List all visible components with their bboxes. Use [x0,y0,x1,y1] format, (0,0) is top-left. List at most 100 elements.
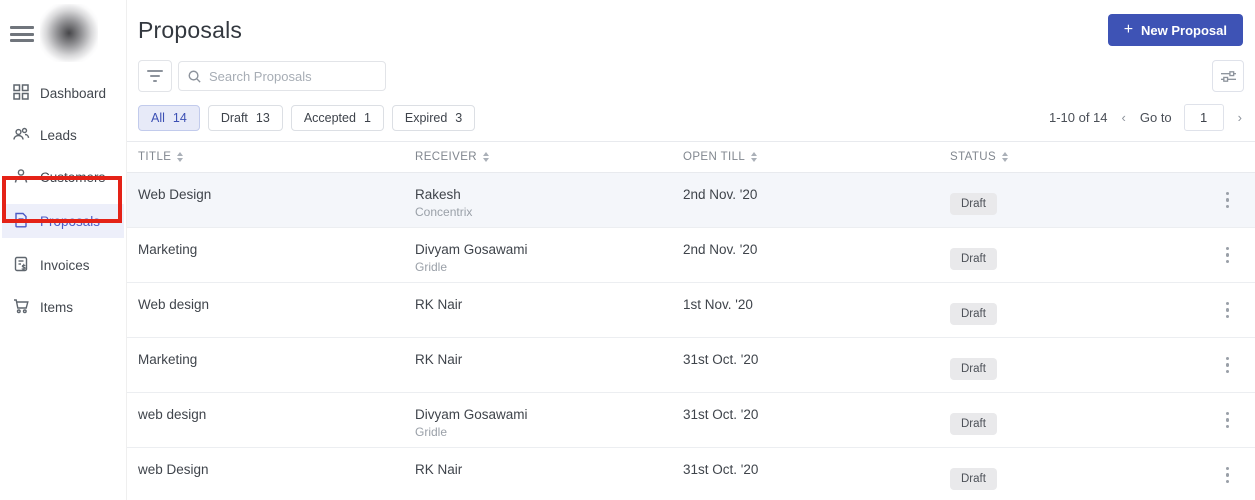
receiver-company: Concentrix [415,205,473,219]
cell-receiver: Divyam Gosawami Gridle [415,228,683,282]
tab-accepted[interactable]: Accepted 1 [290,104,384,131]
grid-icon [12,83,30,104]
cell-actions [1200,393,1255,447]
cell-title: web Design [138,462,209,477]
sidebar-item-invoices[interactable]: $ Invoices [0,250,126,280]
sidebar-item-dashboard[interactable]: Dashboard [0,78,126,108]
document-icon [12,211,30,232]
row-menu-icon[interactable] [1222,243,1234,268]
column-settings-button[interactable] [1212,60,1244,92]
invoice-icon: $ [12,255,30,276]
table-row[interactable]: Web design RK Nair 1st Nov. '20 Draft [127,283,1255,338]
table-row[interactable]: Marketing RK Nair 31st Oct. '20 Draft [127,338,1255,393]
cell-actions [1200,228,1255,282]
sidebar-nav: Dashboard Leads Customers Proposals $ Invoice… [0,78,126,322]
column-label: TITLE [138,151,172,163]
row-menu-icon[interactable] [1222,298,1234,323]
table-row[interactable]: web design Divyam Gosawami Gridle 31st Oct.… [127,393,1255,448]
cell-title: Marketing [138,242,198,257]
search-icon [188,70,201,83]
cell-actions [1200,448,1255,500]
table-body: Web Design Rakesh Concentrix 2nd Nov. '20 Dr… [127,173,1255,500]
new-proposal-button[interactable]: + New Proposal [1107,14,1243,46]
cell-receiver: RK Nair [415,338,683,392]
status-badge: Draft [950,358,997,380]
status-badge: Draft [950,193,997,215]
receiver-company: Gridle [415,425,448,439]
receiver-name: Divyam Gosawami [415,407,528,422]
sort-icon [177,152,184,162]
sidebar-item-label: Leads [40,127,77,143]
row-menu-icon[interactable] [1222,463,1234,488]
column-label: STATUS [950,151,997,163]
svg-text:$: $ [22,263,26,271]
tab-count: 1 [363,110,371,125]
table-row[interactable]: Marketing Divyam Gosawami Gridle 2nd Nov. '… [127,228,1255,283]
table-header: TITLE RECEIVER OPEN TILL STATUS [127,141,1255,173]
sort-icon [751,152,758,162]
tab-count: 13 [255,110,270,125]
new-proposal-label: New Proposal [1141,22,1227,38]
next-page-icon[interactable]: › [1236,110,1244,125]
sidebar-item-items[interactable]: Items [0,292,126,322]
column-label: RECEIVER [415,151,477,163]
receiver-name: Divyam Gosawami [415,242,528,257]
row-menu-icon[interactable] [1222,408,1234,433]
status-badge: Draft [950,468,997,490]
filter-button[interactable] [138,60,172,92]
page-header: Proposals + New Proposal [127,0,1255,52]
tab-expired[interactable]: Expired 3 [391,104,476,131]
table-row[interactable]: web Design RK Nair 31st Oct. '20 Draft [127,448,1255,500]
column-header-status[interactable]: STATUS [950,151,1200,163]
receiver-company: Gridle [415,260,448,274]
tab-all[interactable]: All 14 [138,104,200,131]
sidebar-item-label: Items [40,299,74,315]
tab-count: 3 [455,110,463,125]
tab-draft[interactable]: Draft 13 [207,104,283,131]
row-menu-icon[interactable] [1222,188,1234,213]
receiver-name: RK Nair [415,462,463,477]
prev-page-icon[interactable]: ‹ [1120,110,1128,125]
column-header-title[interactable]: TITLE [138,151,415,163]
tab-label: All [151,110,165,125]
cell-title: Web Design [138,187,212,202]
sidebar-item-leads[interactable]: Leads [0,120,126,150]
tabs-row: All 14 Draft 13 Accepted 1 Expired 3 1-10 of 14… [127,96,1255,141]
cart-icon [12,297,30,318]
sidebar-item-label: Invoices [40,257,90,273]
goto-page-input[interactable] [1183,104,1224,131]
cell-title: web design [138,407,207,422]
hamburger-menu-icon[interactable] [10,26,34,42]
search-input[interactable] [209,68,359,84]
cell-status: Draft [950,393,1200,447]
sort-icon [483,152,489,162]
sidebar-item-proposals[interactable]: Proposals [2,204,124,238]
column-header-receiver[interactable]: RECEIVER [415,151,683,163]
app-window: Dashboard Leads Customers Proposals $ Invoice… [0,0,1255,500]
row-menu-icon[interactable] [1222,353,1234,378]
sidebar-item-customers[interactable]: Customers [0,162,126,192]
pagination: 1-10 of 14 ‹ Go to › [1049,104,1244,131]
cell-status: Draft [950,173,1200,227]
table-row[interactable]: Web Design Rakesh Concentrix 2nd Nov. '20 Dr… [127,173,1255,228]
toolbar [127,52,1255,96]
status-badge: Draft [950,303,997,325]
cell-actions [1200,338,1255,392]
column-header-open-till[interactable]: OPEN TILL [683,151,950,163]
status-badge: Draft [950,413,997,435]
cell-status: Draft [950,283,1200,337]
receiver-name: RK Nair [415,352,463,367]
cell-open-till: 1st Nov. '20 [683,297,753,312]
search-box [178,61,386,91]
page-title: Proposals [138,16,243,43]
cell-open-till: 31st Oct. '20 [683,462,759,477]
tab-count: 14 [172,110,187,125]
sliders-icon [1220,70,1236,82]
receiver-name: RK Nair [415,297,463,312]
cell-open-till: 31st Oct. '20 [683,407,759,422]
cell-actions [1200,173,1255,227]
pagination-range: 1-10 of 14 [1048,110,1108,125]
cell-open-till: 2nd Nov. '20 [683,187,758,202]
tab-label: Accepted [303,110,356,125]
sidebar: Dashboard Leads Customers Proposals $ Invoice… [0,0,127,500]
